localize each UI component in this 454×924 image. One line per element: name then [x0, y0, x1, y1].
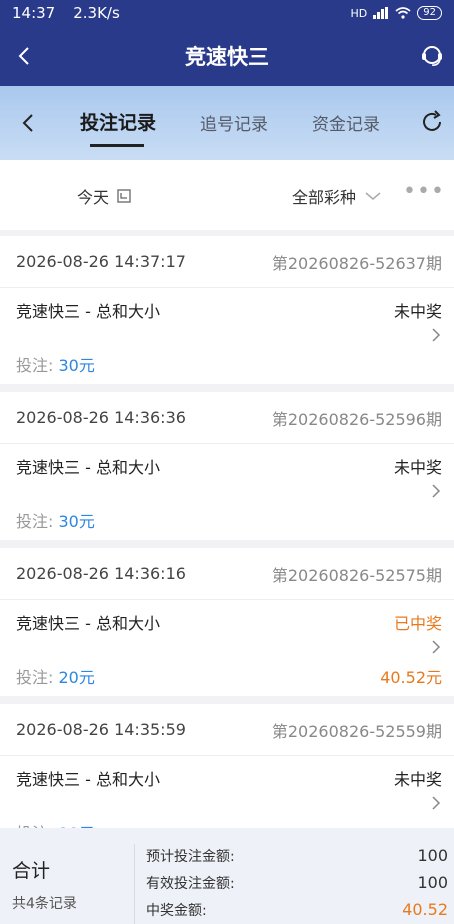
valid-bet-value: 100 — [417, 873, 448, 892]
tab-fund-records[interactable]: 资金记录 — [312, 110, 380, 135]
record-status: 未中奖 — [393, 770, 442, 789]
record-time: 2026-08-26 14:36:16 — [16, 564, 186, 583]
calendar-icon — [117, 189, 131, 203]
bet-amount: 30元 — [58, 512, 95, 531]
record-issue: 第20260826-52637期 — [271, 253, 442, 273]
summary-divider — [134, 844, 135, 924]
expected-bet-label: 预计投注金额: — [146, 849, 235, 865]
record-issue: 第20260826-52559期 — [271, 721, 442, 741]
lottery-type-label: 全部彩种 — [292, 188, 357, 207]
tab-chase-records[interactable]: 追号记录 — [200, 110, 268, 135]
win-amount-value: 40.52 — [402, 900, 448, 919]
battery-icon: 92 — [417, 6, 442, 20]
bet-amount: 30元 — [58, 356, 95, 375]
more-options-icon[interactable]: ••• — [403, 181, 445, 203]
status-icons: HD 92 — [351, 6, 442, 20]
chevron-down-icon — [365, 192, 381, 200]
record-time: 2026-08-26 14:36:36 — [16, 408, 186, 427]
chevron-left-icon[interactable] — [16, 110, 40, 136]
status-bar: 14:37 2.3K/s HD 92 — [0, 0, 454, 26]
lottery-type-filter[interactable]: 全部彩种 — [292, 184, 382, 208]
status-time: 14:37 — [12, 4, 56, 22]
record-game: 竞速快三 - 总和大小 — [16, 302, 160, 321]
bet-label: 投注: — [16, 512, 59, 531]
title-bar: 竞速快三 — [0, 26, 454, 86]
record-card[interactable]: 2026-08-26 14:36:36 第20260826-52596期 竞速快… — [0, 392, 454, 540]
bet-amount: 20元 — [58, 668, 95, 687]
bet-label: 投注: — [16, 668, 59, 687]
tab-bar: 投注记录 追号记录 资金记录 — [0, 86, 454, 160]
wifi-icon — [395, 7, 411, 19]
summary-expected-row: 预计投注金额: 100 — [146, 846, 448, 866]
chevron-right-icon — [432, 328, 441, 342]
network-speed: 2.3K/s — [73, 4, 120, 22]
active-tab-indicator — [90, 144, 144, 147]
chevron-right-icon — [432, 640, 441, 654]
chevron-right-icon — [432, 796, 441, 810]
summary-panel: 合计 共4条记录 预计投注金额: 100 有效投注金额: 100 中奖金额: 4… — [0, 828, 454, 924]
page-title: 竞速快三 — [185, 45, 269, 69]
record-status: 未中奖 — [393, 302, 442, 321]
record-bet: 投注: 30元 — [16, 508, 95, 532]
date-filter-label: 今天 — [77, 188, 110, 207]
summary-win-row: 中奖金额: 40.52 — [146, 900, 448, 920]
chevron-right-icon — [432, 484, 441, 498]
record-time: 2026-08-26 14:37:17 — [16, 252, 186, 271]
filter-bar: 今天 全部彩种 ••• — [0, 160, 454, 230]
bet-label: 投注: — [16, 356, 59, 375]
tab-bet-records[interactable]: 投注记录 — [80, 108, 156, 135]
date-filter[interactable]: 今天 — [77, 184, 131, 208]
record-game: 竞速快三 - 总和大小 — [16, 614, 160, 633]
win-amount-label: 中奖金额: — [146, 903, 207, 919]
summary-count: 共4条记录 — [12, 896, 77, 912]
record-status: 未中奖 — [393, 458, 442, 477]
record-issue: 第20260826-52575期 — [271, 565, 442, 585]
record-card[interactable]: 2026-08-26 14:36:16 第20260826-52575期 竞速快… — [0, 548, 454, 696]
hd-signal-icon: HD — [350, 6, 368, 20]
record-issue: 第20260826-52596期 — [271, 409, 442, 429]
customer-service-icon[interactable] — [418, 42, 446, 70]
record-card[interactable]: 2026-08-26 14:37:17 第20260826-52637期 竞速快… — [0, 236, 454, 384]
expected-bet-value: 100 — [417, 846, 448, 865]
record-prize: 40.52元 — [380, 668, 442, 687]
record-game: 竞速快三 - 总和大小 — [16, 770, 160, 789]
signal-icon — [373, 7, 389, 19]
valid-bet-label: 有效投注金额: — [146, 876, 235, 892]
record-game: 竞速快三 - 总和大小 — [16, 458, 160, 477]
record-bet: 投注: 20元 — [16, 664, 95, 688]
refresh-icon[interactable] — [418, 108, 446, 136]
record-bet: 投注: 30元 — [16, 352, 95, 376]
record-status: 已中奖 — [393, 614, 442, 633]
back-icon[interactable] — [10, 42, 38, 70]
summary-valid-row: 有效投注金额: 100 — [146, 873, 448, 893]
summary-title: 合计 — [12, 860, 51, 882]
record-time: 2026-08-26 14:35:59 — [16, 720, 186, 739]
